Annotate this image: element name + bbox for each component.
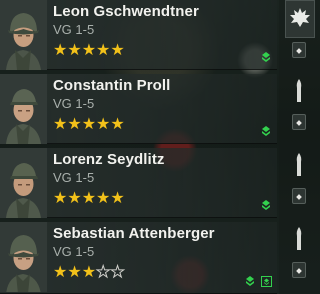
squad-perk-icon <box>246 276 254 286</box>
star-icon: ★ <box>96 190 111 207</box>
star-icon: ★ <box>67 264 82 281</box>
upgrade-burst-icon <box>290 8 310 27</box>
star-icon: ★ <box>67 190 82 207</box>
soldier-portrait <box>0 74 47 144</box>
equipment-slot-icon[interactable] <box>292 42 306 58</box>
upgrade-slot[interactable] <box>285 0 315 38</box>
star-rating: ★★★★★ <box>53 40 125 60</box>
soldier-card-2[interactable]: Lorenz Seydlitz VG 1-5 ★★★★★ <box>0 148 277 218</box>
soldier-name: Constantin Proll <box>53 77 171 94</box>
soldier-rank: VG 1-5 <box>53 170 95 185</box>
star-icon: ★ <box>81 190 97 207</box>
soldier-portrait <box>0 0 47 70</box>
soldier-card-3[interactable]: Sebastian Attenberger VG 1-5 ★★★★★ <box>0 222 277 294</box>
soldier-card-0[interactable]: Leon Gschwendtner VG 1-5 ★★★★★ <box>0 0 277 70</box>
equipment-slot-icon[interactable] <box>292 114 306 130</box>
star-icon: ★ <box>53 190 68 207</box>
star-icon: ★ <box>81 116 97 133</box>
box-perk-icon <box>261 276 272 287</box>
equipment-column <box>279 0 320 294</box>
equipment-slot-icon[interactable] <box>292 262 306 278</box>
soldier-portrait <box>0 222 47 292</box>
soldier-name: Leon Gschwendtner <box>53 3 199 20</box>
star-icon: ★ <box>81 42 97 59</box>
soldier-rank: VG 1-5 <box>53 244 95 259</box>
ammo-round-icon <box>293 226 305 252</box>
star-icon: ★ <box>110 42 125 59</box>
star-icon: ★ <box>53 116 68 133</box>
soldier-rank: VG 1-5 <box>53 22 95 37</box>
squad-perk-icon <box>262 126 270 136</box>
star-rating: ★★★★★ <box>53 188 125 208</box>
star-icon: ★ <box>110 116 125 133</box>
squad-list: Leon Gschwendtner VG 1-5 ★★★★★ Constanti… <box>0 0 320 294</box>
star-icon: ★ <box>53 42 68 59</box>
soldier-rank: VG 1-5 <box>53 96 95 111</box>
star-rating: ★★★★★ <box>53 114 125 134</box>
star-icon: ★ <box>96 116 111 133</box>
squad-perk-icon <box>262 200 270 210</box>
ammo-round-icon <box>293 152 305 178</box>
ammo-round-icon <box>293 78 305 104</box>
star-icon: ★ <box>81 264 97 281</box>
soldier-name: Lorenz Seydlitz <box>53 151 165 168</box>
star-icon: ★ <box>67 116 82 133</box>
star-icon: ★ <box>110 190 125 207</box>
star-rating: ★★★★★ <box>53 262 125 282</box>
star-icon: ★ <box>96 42 111 59</box>
soldier-portrait <box>0 148 47 218</box>
star-icon: ★ <box>53 264 68 281</box>
star-icon: ★ <box>67 42 82 59</box>
squad-perk-icon <box>262 52 270 62</box>
soldier-name: Sebastian Attenberger <box>53 225 215 242</box>
star-empty-icon: ★ <box>96 264 111 282</box>
star-empty-icon: ★ <box>110 264 125 282</box>
soldier-card-1[interactable]: Constantin Proll VG 1-5 ★★★★★ <box>0 74 277 144</box>
equipment-slot-icon[interactable] <box>292 188 306 204</box>
